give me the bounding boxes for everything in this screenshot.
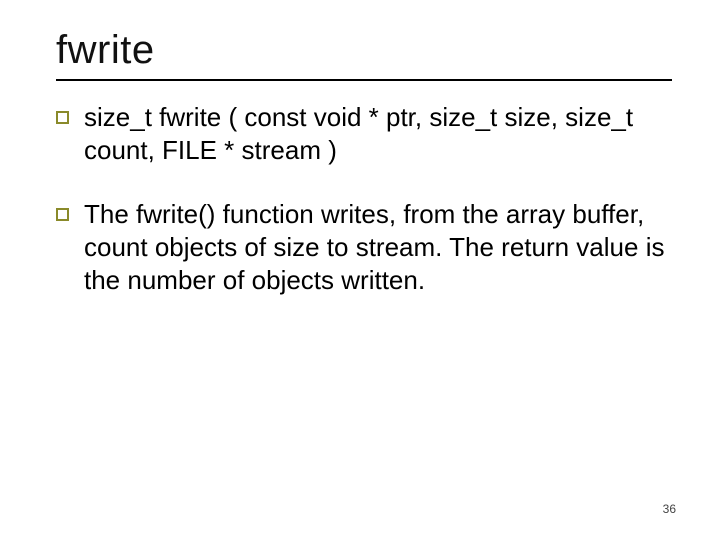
page-number: 36 <box>663 502 676 516</box>
square-bullet-icon <box>56 208 69 221</box>
bullet-text: size_t fwrite ( const void * ptr, size_t… <box>84 102 633 165</box>
list-item: The fwrite() function writes, from the a… <box>56 198 672 298</box>
page-title: fwrite <box>56 28 672 73</box>
list-item: size_t fwrite ( const void * ptr, size_t… <box>56 101 672 168</box>
bullet-text: The fwrite() function writes, from the a… <box>84 199 664 296</box>
title-rule <box>56 79 672 81</box>
square-bullet-icon <box>56 111 69 124</box>
slide: fwrite size_t fwrite ( const void * ptr,… <box>0 0 720 540</box>
bullet-list: size_t fwrite ( const void * ptr, size_t… <box>56 101 672 297</box>
